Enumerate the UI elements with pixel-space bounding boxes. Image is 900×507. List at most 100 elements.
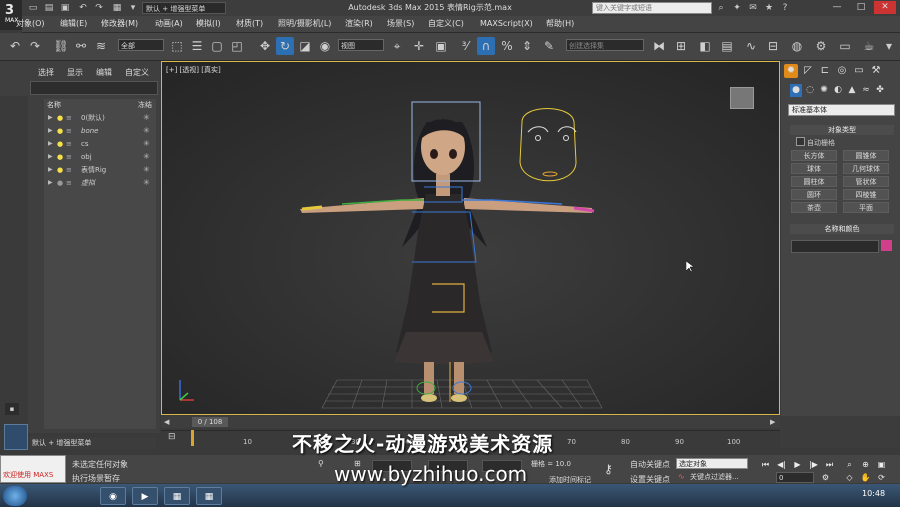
freeze-icon[interactable]: ✳ <box>143 138 150 150</box>
plane-button[interactable]: 平面 <box>843 202 889 213</box>
explorer-tab-select[interactable]: 选择 <box>38 67 54 78</box>
zoom-icon[interactable]: ⌕ <box>844 459 855 470</box>
time-slider[interactable]: 0 / 108 <box>192 417 228 427</box>
save-icon[interactable]: ▣ <box>60 3 70 13</box>
auto-key-button[interactable]: 自动关键点 <box>630 459 670 470</box>
lightbulb-icon[interactable]: ● <box>57 125 63 137</box>
freeze-icon[interactable]: ✳ <box>143 177 150 189</box>
geosphere-button[interactable]: 几何球体 <box>843 163 889 174</box>
undo-icon[interactable]: ↶ <box>78 3 88 13</box>
workspace-dropdown[interactable]: 默认 + 增强型菜单 <box>142 2 226 14</box>
scale-icon[interactable]: ◪ <box>296 37 314 55</box>
column-frozen[interactable]: 冻结 <box>138 100 152 110</box>
close-button[interactable]: ✕ <box>874 1 896 14</box>
render-frame-icon[interactable]: ▭ <box>836 37 854 55</box>
cameras-icon[interactable]: ◐ <box>832 84 844 97</box>
schematic-icon[interactable]: ⊟ <box>764 37 782 55</box>
render-production-icon[interactable]: ▾ <box>880 37 898 55</box>
list-item[interactable]: ▶ ● ≡ 0(默认) ✳ <box>44 112 156 124</box>
pan-icon[interactable]: ✋ <box>860 472 871 483</box>
subscription-icon[interactable]: ✦ <box>732 3 742 13</box>
expand-icon[interactable]: ▶ <box>48 112 53 124</box>
material-editor-icon[interactable]: ◍ <box>788 37 806 55</box>
display-tab-icon[interactable]: ▭ <box>852 64 866 78</box>
taskbar-3dsmax-icon[interactable]: ▦ <box>164 487 190 505</box>
menu-simulation[interactable]: 模拟(I) <box>196 18 221 30</box>
start-button[interactable] <box>3 486 27 506</box>
snap-icon[interactable]: ³⁄ <box>456 37 474 55</box>
zoom-extents-icon[interactable]: ▣ <box>876 459 887 470</box>
lightbulb-icon[interactable]: ● <box>57 164 63 176</box>
explorer-tab-edit[interactable]: 编辑 <box>96 67 112 78</box>
rect-select-icon[interactable]: ▢ <box>208 37 226 55</box>
taskbar-chrome-icon[interactable]: ◉ <box>100 487 126 505</box>
minimize-button[interactable]: — <box>826 1 848 14</box>
hierarchy-tab-icon[interactable]: ⊏ <box>818 64 832 78</box>
freeze-icon[interactable]: ✳ <box>143 151 150 163</box>
menu-maxscript[interactable]: MAXScript(X) <box>480 18 533 30</box>
teapot-button[interactable]: 茶壶 <box>791 202 837 213</box>
utilities-tab-icon[interactable]: ⚒ <box>869 64 883 78</box>
expand-icon[interactable]: ▶ <box>48 164 53 176</box>
zoom-all-icon[interactable]: ⊕ <box>860 459 871 470</box>
orbit-icon[interactable]: ⟳ <box>876 472 887 483</box>
angle-snap-icon[interactable]: ∩ <box>477 37 495 55</box>
pivot-icon[interactable]: ⌖ <box>388 37 406 55</box>
list-item[interactable]: ▶ ● ≡ bone ✳ <box>44 125 156 137</box>
keyboard-shortcut-icon[interactable]: ▣ <box>432 37 450 55</box>
render-icon[interactable]: ☕ <box>860 37 878 55</box>
object-name-input[interactable] <box>791 240 879 253</box>
unlink-icon[interactable]: ⚯ <box>72 37 90 55</box>
time-config-icon[interactable]: ⚙ <box>820 472 831 483</box>
expand-icon[interactable]: ▶ <box>48 138 53 150</box>
geometry-category-dropdown[interactable]: 标准基本体 <box>788 104 895 116</box>
render-setup-icon[interactable]: ⚙ <box>812 37 830 55</box>
cylinder-button[interactable]: 圆柱体 <box>791 176 837 187</box>
align-icon[interactable]: ⊞ <box>672 37 690 55</box>
bind-spacewarp-icon[interactable]: ≋ <box>92 37 110 55</box>
expand-icon[interactable]: ▶ <box>48 125 53 137</box>
key-mode-dropdown[interactable]: 选定对象 <box>676 458 748 469</box>
shapes-icon[interactable]: ◌ <box>804 84 816 97</box>
search-input[interactable]: 键入关键字或短语 <box>592 2 712 14</box>
explorer-tab-display[interactable]: 显示 <box>67 67 83 78</box>
menu-modifiers[interactable]: 修改器(M) <box>101 18 138 30</box>
maximize-button[interactable]: □ <box>850 1 872 14</box>
prev-key-icon[interactable]: ◀| <box>776 459 787 470</box>
expand-icon[interactable]: ▶ <box>48 177 53 189</box>
torus-button[interactable]: 圆环 <box>791 189 837 200</box>
menu-help[interactable]: 帮助(H) <box>546 18 574 30</box>
quick-access-dropdown-icon[interactable]: ▾ <box>128 3 138 13</box>
lightbulb-icon[interactable]: ● <box>57 112 63 124</box>
menu-customize[interactable]: 自定义(C) <box>428 18 464 30</box>
isolate-icon[interactable]: ⚲ <box>318 459 324 468</box>
layer-icon[interactable]: ◧ <box>696 37 714 55</box>
ref-coord-dropdown[interactable]: 视图 <box>338 39 384 51</box>
explorer-selector-icon[interactable] <box>4 424 28 450</box>
cone-button[interactable]: 圆锥体 <box>843 150 889 161</box>
goto-start-icon[interactable]: ⏮ <box>760 459 771 470</box>
mirror-icon[interactable]: ⧓ <box>650 37 668 55</box>
key-filters-button[interactable]: 关键点过滤器... <box>690 472 739 482</box>
next-frame-icon[interactable]: ▶ <box>770 418 775 426</box>
lightbulb-icon[interactable]: ● <box>57 138 63 150</box>
named-selection-dropdown[interactable]: 创建选择集 <box>566 39 644 51</box>
select-icon[interactable]: ⬚ <box>168 37 186 55</box>
menu-lights-cameras[interactable]: 照明/摄影机(L) <box>278 18 331 30</box>
taskbar-explorer-icon[interactable]: ▶ <box>132 487 158 505</box>
list-item[interactable]: ▶ ● ≡ obj ✳ <box>44 151 156 163</box>
open-file-icon[interactable]: ▤ <box>44 3 54 13</box>
play-icon[interactable]: ▶ <box>792 459 803 470</box>
menu-rendering[interactable]: 渲染(R) <box>345 18 373 30</box>
explorer-tab-customize[interactable]: 自定义 <box>125 67 149 78</box>
toggle-ribbon-icon[interactable]: ▤ <box>718 37 736 55</box>
motion-tab-icon[interactable]: ◎ <box>835 64 849 78</box>
spacewarps-icon[interactable]: ≈ <box>860 84 872 97</box>
box-button[interactable]: 长方体 <box>791 150 837 161</box>
viewport-label[interactable]: [+] [透视] [真实] <box>166 65 221 75</box>
viewcube-icon[interactable] <box>730 87 754 109</box>
help-icon[interactable]: ? <box>780 3 790 13</box>
rotate-icon[interactable]: ↻ <box>276 37 294 55</box>
freeze-icon[interactable]: ✳ <box>143 164 150 176</box>
favorites-icon[interactable]: ★ <box>764 3 774 13</box>
